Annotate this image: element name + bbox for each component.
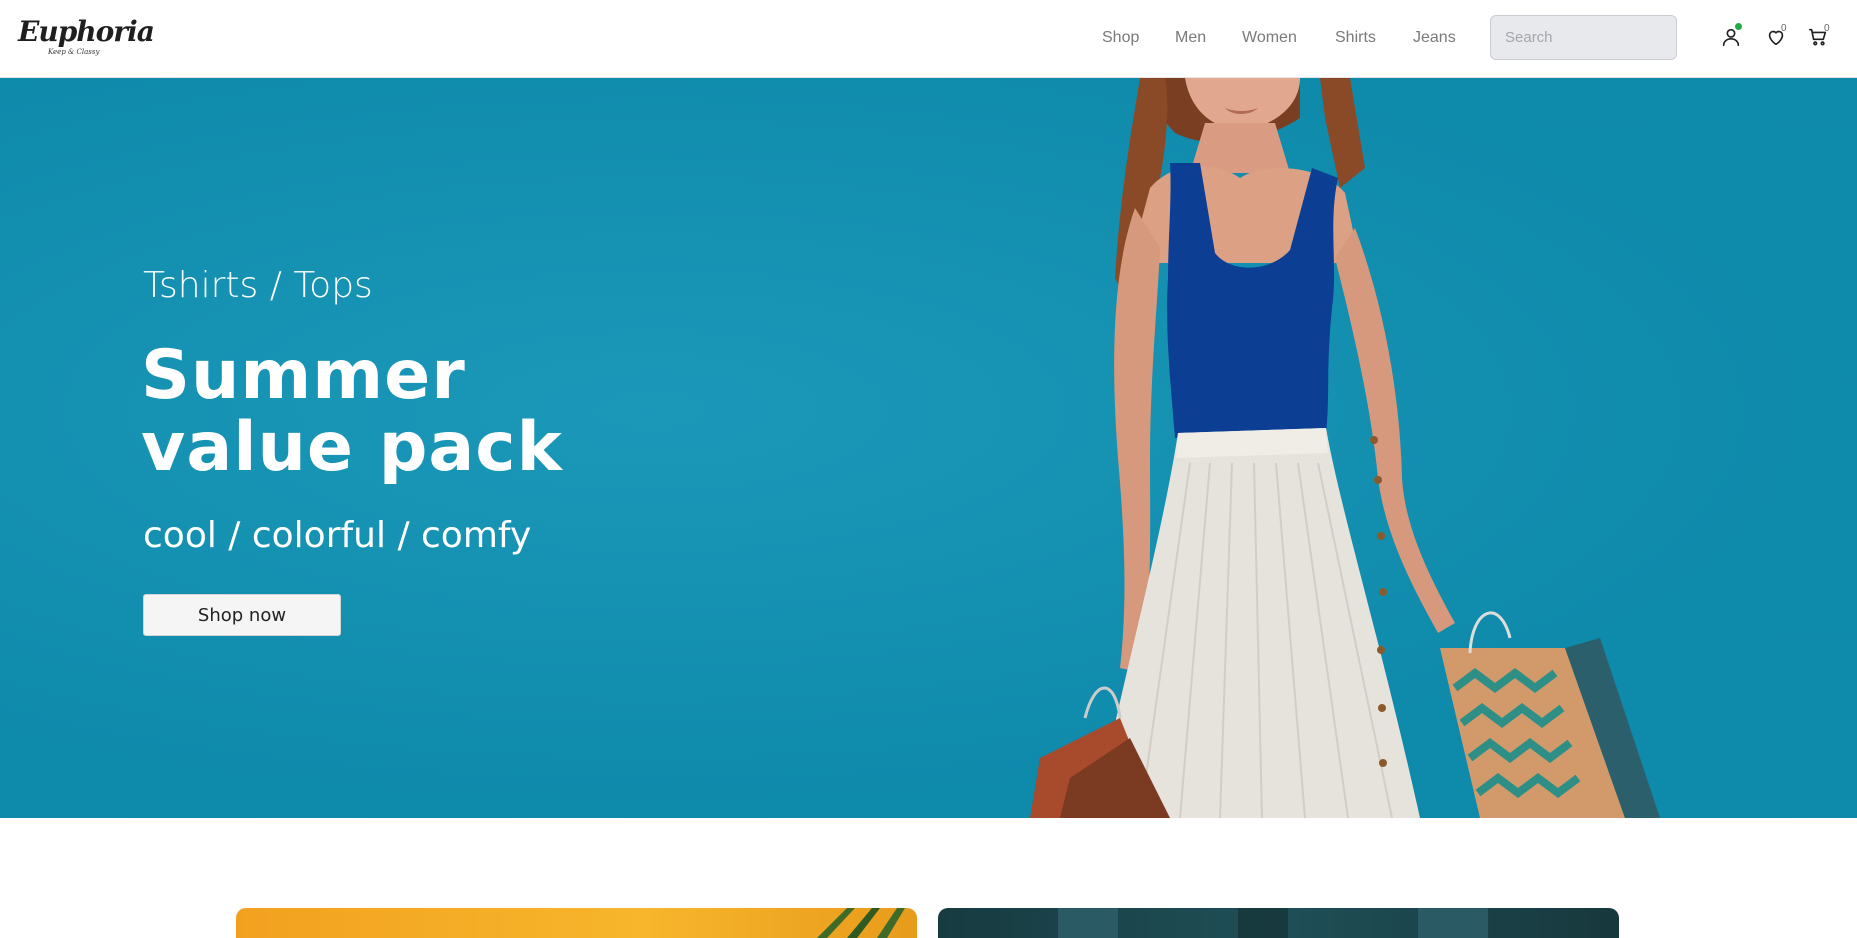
shop-now-button[interactable]: Shop now [143,594,341,636]
online-status-dot [1735,23,1742,30]
nav-link-jeans[interactable]: Jeans [1413,27,1456,49]
promo-card-2[interactable] [938,908,1619,938]
logo-tagline: Keep & Classy [48,48,100,56]
promo-card-2-image [1058,908,1488,938]
search-input[interactable] [1490,15,1677,60]
logo-wordmark: Euphoria [18,15,155,48]
hero-title: Summer value pack [141,336,563,487]
brand-logo[interactable]: Euphoria Keep & Classy [18,18,155,58]
hero-kicker: Tshirts / Tops [143,265,373,306]
hero-model-image [1030,78,1660,818]
nav-link-men[interactable]: Men [1175,27,1206,49]
nav-link-shirts[interactable]: Shirts [1335,27,1376,49]
hero-banner: Tshirts / Tops Summer value pack cool / … [0,78,1857,818]
promo-card-1-image [817,908,905,938]
cart-count: 0 [1824,23,1830,34]
nav-link-women[interactable]: Women [1242,27,1297,49]
wishlist-count: 0 [1781,23,1787,34]
promo-card-1[interactable] [236,908,917,938]
site-header: Euphoria Keep & Classy Shop Men Women Sh… [0,0,1857,78]
hero-subtitle: cool / colorful / comfy [143,515,532,556]
nav-link-shop[interactable]: Shop [1102,27,1139,49]
